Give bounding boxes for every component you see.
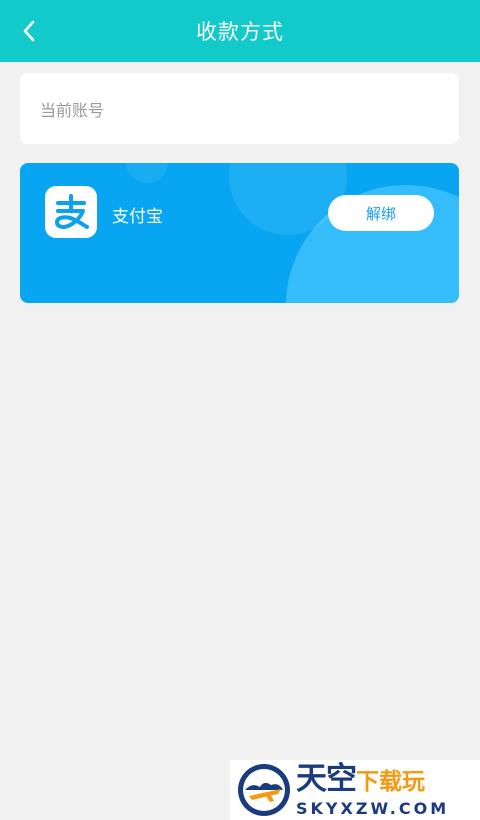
site-watermark: 天空 下载玩 SKYXZW.COM bbox=[230, 760, 480, 820]
page-title: 收款方式 bbox=[196, 20, 284, 44]
top-nav-bar: 收款方式 bbox=[0, 0, 480, 62]
current-account-label: 当前账号 bbox=[40, 100, 105, 120]
chevron-left-icon bbox=[23, 20, 35, 42]
current-account-row: 当前账号 bbox=[20, 73, 459, 144]
watermark-logo-icon bbox=[238, 764, 290, 816]
watermark-domain: SKYXZW.COM bbox=[296, 799, 450, 818]
alipay-account-card: 支付宝 解绑 bbox=[20, 163, 459, 303]
alipay-logo-icon bbox=[45, 186, 97, 238]
unbind-button[interactable]: 解绑 bbox=[328, 195, 434, 231]
card-decoration-circle bbox=[126, 163, 168, 183]
back-button[interactable] bbox=[14, 15, 44, 47]
watermark-title-sub: 下载玩 bbox=[356, 769, 425, 795]
watermark-title-main: 天空 bbox=[296, 761, 357, 797]
payment-method-name: 支付宝 bbox=[112, 207, 163, 227]
